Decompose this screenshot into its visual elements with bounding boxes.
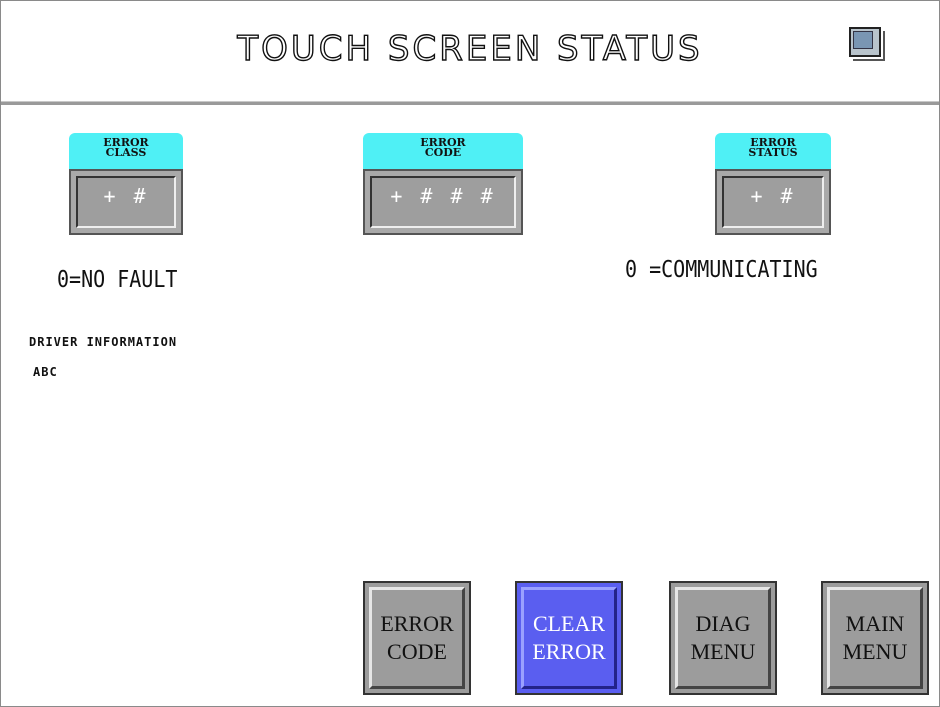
- header: TOUCH SCREEN STATUS: [1, 1, 939, 101]
- monitor-icon[interactable]: [849, 27, 885, 61]
- error-status-text: 0 =COMMUNICATING: [625, 255, 818, 283]
- driver-info-heading: DRIVER INFORMATION: [29, 335, 178, 349]
- error-status-label: ERROR STATUS: [715, 133, 831, 169]
- error-status-value: + #: [722, 176, 824, 228]
- error-class-label: ERROR CLASS: [69, 133, 183, 169]
- error-class-value: + #: [76, 176, 176, 228]
- error-status-readout: + #: [715, 169, 831, 235]
- error-code-button[interactable]: ERROR CODE: [363, 581, 471, 695]
- error-class-text: 0=NO FAULT: [57, 265, 178, 293]
- hmi-screen: TOUCH SCREEN STATUS ERROR CLASS + # ERROR…: [0, 0, 940, 707]
- header-divider: [1, 101, 939, 105]
- clear-error-button[interactable]: CLEAR ERROR: [515, 581, 623, 695]
- error-class-readout: + #: [69, 169, 183, 235]
- driver-info-value: ABC: [33, 365, 58, 379]
- error-code-label: ERROR CODE: [363, 133, 523, 169]
- main-menu-button[interactable]: MAIN MENU: [821, 581, 929, 695]
- error-code-value: + # # #: [370, 176, 516, 228]
- page-title: TOUCH SCREEN STATUS: [237, 28, 703, 69]
- error-code-readout: + # # #: [363, 169, 523, 235]
- diag-menu-button[interactable]: DIAG MENU: [669, 581, 777, 695]
